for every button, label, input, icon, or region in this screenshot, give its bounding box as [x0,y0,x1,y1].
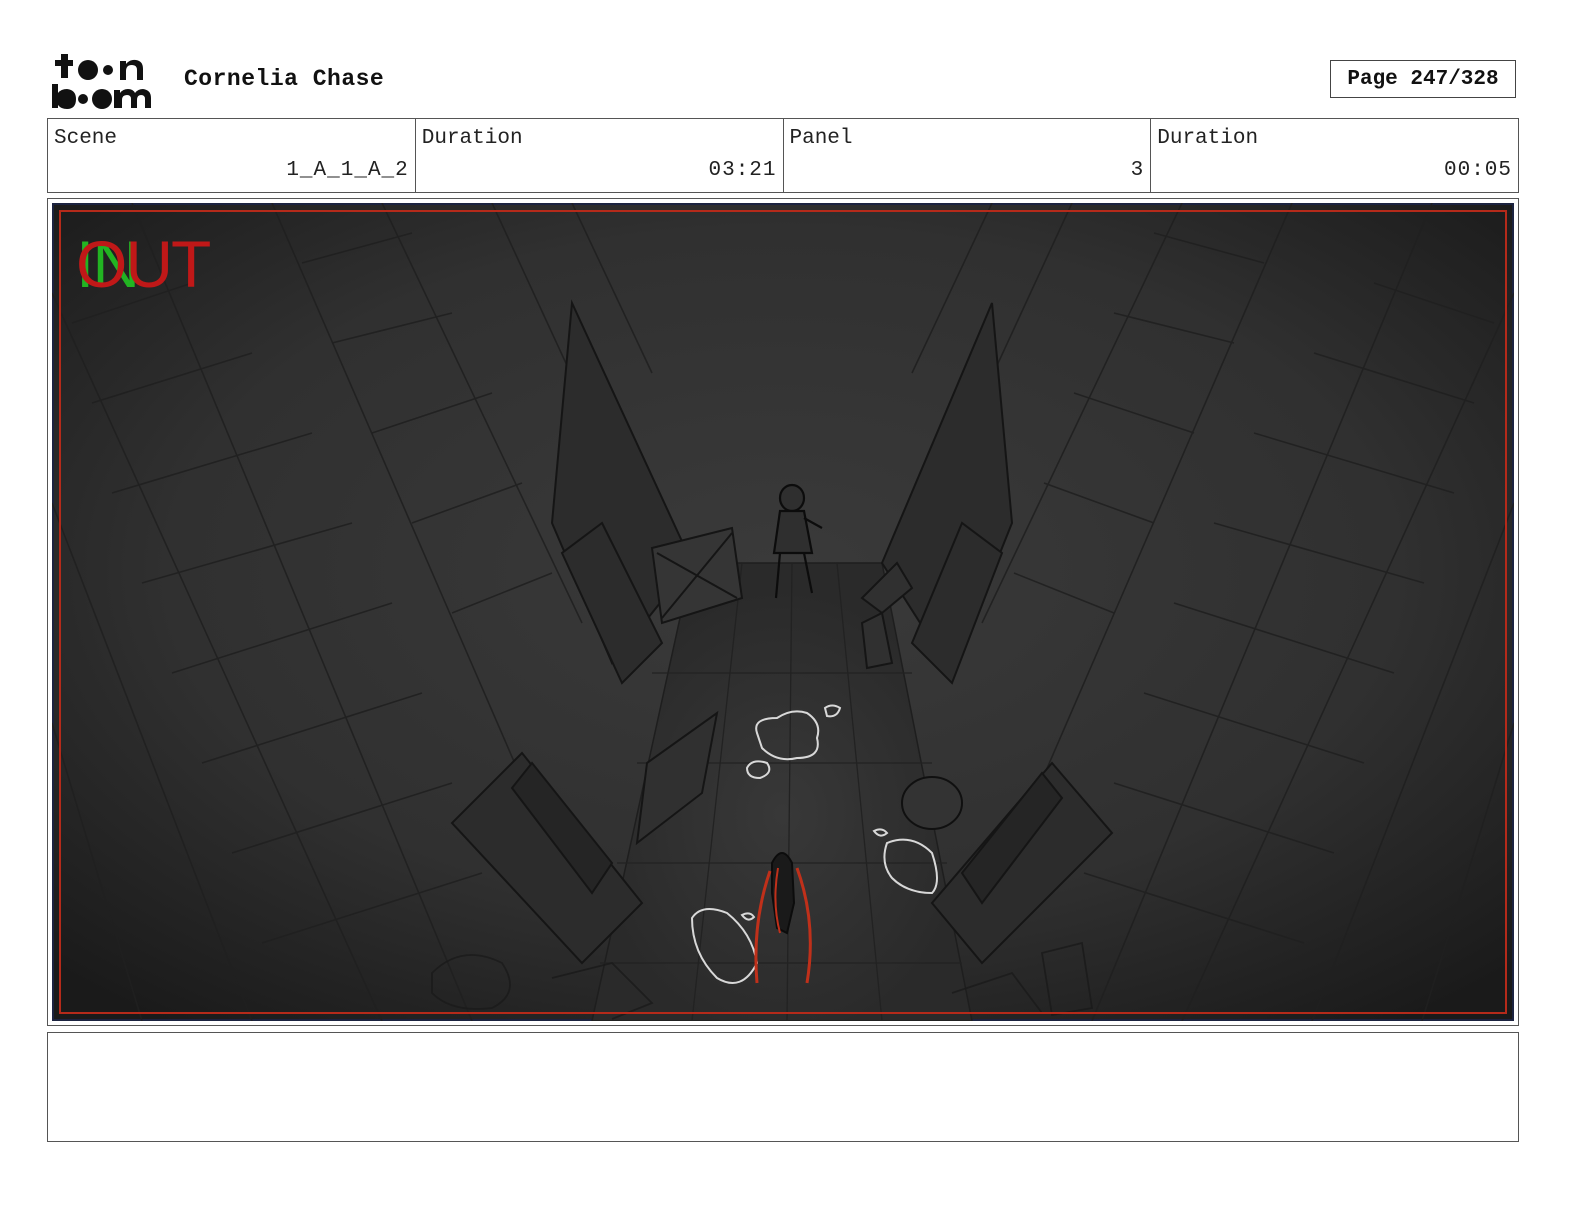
page-number: Page 247/328 [1330,60,1516,98]
panel-duration-cell: Duration 00:05 [1151,119,1518,192]
scene-duration-cell: Duration 03:21 [416,119,784,192]
panel-duration-label: Duration [1157,127,1259,150]
scene-cell: Scene 1_A_1_A_2 [48,119,416,192]
toon-boom-logo [50,50,168,112]
panel-cell: Panel 3 [784,119,1152,192]
storyboard-panel-image: IN OUT [52,203,1514,1021]
out-marker: OUT [76,227,211,301]
scene-duration-value: 03:21 [708,159,777,182]
scene-duration-label: Duration [421,127,523,150]
barrel [901,776,963,830]
scene-label: Scene [54,127,118,150]
scene-info-table: Scene 1_A_1_A_2 Duration 03:21 Panel 3 D… [47,118,1519,193]
scene-value: 1_A_1_A_2 [286,159,409,182]
in-out-marker: IN OUT [76,229,256,299]
panel-value: 3 [1130,159,1145,182]
panel-frame: IN OUT [47,198,1519,1026]
storyboard-sketch [52,203,1514,1021]
panel-label: Panel [789,127,853,150]
panel-duration-value: 00:05 [1443,159,1512,182]
panel-notes-box [47,1032,1519,1142]
project-title: Cornelia Chase [184,66,385,92]
